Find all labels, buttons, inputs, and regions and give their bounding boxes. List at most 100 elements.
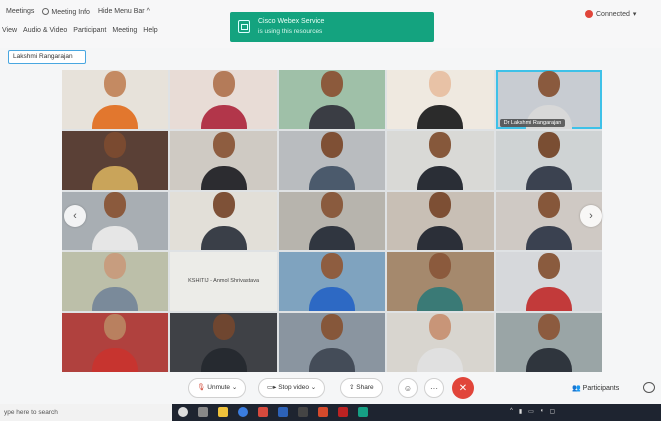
video-tile[interactable] bbox=[495, 313, 602, 372]
participant-video bbox=[308, 70, 355, 129]
video-tile[interactable] bbox=[278, 252, 386, 312]
video-grid: Dr Lakshmi Rangarajan KSHITIJ - Anmol Shr… bbox=[62, 70, 602, 372]
pdf-icon[interactable] bbox=[338, 407, 348, 417]
volume-icon[interactable]: ◖ bbox=[540, 408, 544, 415]
unmute-button[interactable]: 🎙 Unmute ⌄ bbox=[188, 378, 247, 398]
participant-video bbox=[525, 192, 572, 251]
webex-service-banner[interactable]: Cisco Webex Service is using this resour… bbox=[230, 12, 434, 42]
app-icon-red[interactable] bbox=[258, 407, 268, 417]
menu-help[interactable]: Help bbox=[143, 27, 157, 34]
participant-video bbox=[417, 253, 464, 312]
participant-video bbox=[417, 313, 464, 372]
video-tile[interactable] bbox=[387, 313, 494, 372]
notification-icon[interactable]: ▢ bbox=[549, 408, 555, 415]
word-icon[interactable] bbox=[278, 407, 288, 417]
video-tile[interactable] bbox=[387, 252, 494, 312]
share-button[interactable]: ⇪ Share bbox=[340, 378, 383, 398]
banner-title: Cisco Webex Service bbox=[258, 18, 325, 25]
video-tile[interactable] bbox=[62, 130, 169, 190]
participant-video bbox=[417, 192, 464, 251]
video-tile[interactable] bbox=[387, 191, 494, 251]
participant-name-label: Dr Lakshmi Rangarajan bbox=[499, 118, 566, 127]
connection-status[interactable]: Connected ▾ bbox=[585, 10, 636, 18]
system-tray: ^ ▮ ▭ ◖ ▢ bbox=[510, 408, 555, 415]
chat-icon[interactable] bbox=[643, 382, 655, 393]
participant-video bbox=[417, 131, 464, 190]
participant-video bbox=[92, 253, 139, 312]
video-tile[interactable] bbox=[62, 252, 169, 312]
participant-video bbox=[308, 131, 355, 190]
participant-video bbox=[92, 313, 139, 372]
video-tile[interactable] bbox=[495, 252, 602, 312]
status-dot-icon bbox=[585, 10, 593, 18]
close-icon: ✕ bbox=[458, 382, 468, 394]
menu-participant[interactable]: Participant bbox=[73, 27, 106, 34]
app-icon-dark[interactable] bbox=[298, 407, 308, 417]
video-tile[interactable] bbox=[278, 313, 386, 372]
network-icon[interactable]: ▮ bbox=[519, 408, 522, 415]
participant-video bbox=[92, 131, 139, 190]
video-tile[interactable] bbox=[62, 70, 169, 129]
connection-label: Connected bbox=[596, 10, 630, 18]
video-tile[interactable] bbox=[278, 191, 386, 251]
chevron-up-icon[interactable]: ^ bbox=[510, 408, 513, 415]
participant-video bbox=[200, 313, 247, 372]
participant-video bbox=[417, 70, 464, 129]
windows-taskbar: ype here to search ^ ▮ ▭ ◖ ▢ bbox=[0, 404, 661, 421]
battery-icon[interactable]: ▭ bbox=[528, 408, 534, 415]
more-options-button[interactable]: ··· bbox=[424, 378, 444, 398]
video-tile[interactable] bbox=[170, 70, 277, 129]
video-tile[interactable] bbox=[495, 130, 602, 190]
reactions-button[interactable]: ☺ bbox=[398, 378, 418, 398]
participant-video bbox=[92, 70, 139, 129]
chevron-down-icon: ⌄ bbox=[231, 384, 238, 391]
menu-view[interactable]: View bbox=[2, 27, 17, 34]
video-tile[interactable] bbox=[278, 70, 386, 129]
end-call-button[interactable]: ✕ bbox=[452, 377, 474, 399]
participant-video bbox=[308, 313, 355, 372]
video-tile[interactable] bbox=[278, 130, 386, 190]
more-icon: ··· bbox=[430, 383, 438, 393]
window-menu: Meetings Meeting Info Hide Menu Bar ^ bbox=[6, 8, 150, 16]
video-tile[interactable] bbox=[62, 313, 169, 372]
video-tile[interactable]: KSHITIJ - Anmol Shrivastava bbox=[170, 252, 277, 312]
title-bar: Meetings Meeting Info Hide Menu Bar ^ Vi… bbox=[0, 0, 661, 48]
video-tile[interactable] bbox=[170, 191, 277, 251]
video-tile[interactable] bbox=[387, 70, 494, 129]
menu-meetings[interactable]: Meetings bbox=[6, 8, 34, 16]
stop-video-button[interactable]: ▭▸ Stop video ⌄ bbox=[258, 378, 326, 398]
video-tile[interactable] bbox=[170, 313, 277, 372]
video-tile[interactable] bbox=[387, 130, 494, 190]
video-tile[interactable] bbox=[170, 130, 277, 190]
app-icon-orange[interactable] bbox=[318, 407, 328, 417]
webex-taskbar-icon[interactable] bbox=[358, 407, 368, 417]
info-icon bbox=[42, 8, 50, 15]
cortana-icon[interactable] bbox=[178, 407, 188, 417]
meeting-controls: 🎙 Unmute ⌄ ▭▸ Stop video ⌄ ⇪ Share ☺ ··· … bbox=[0, 372, 661, 404]
menu-meeting[interactable]: Meeting bbox=[112, 27, 137, 34]
participant-video bbox=[525, 253, 572, 312]
next-page-button[interactable]: › bbox=[580, 205, 602, 227]
chrome-icon[interactable] bbox=[238, 407, 248, 417]
participant-video bbox=[525, 131, 572, 190]
taskbar-search[interactable]: ype here to search bbox=[0, 404, 172, 421]
banner-subtitle: is using this resources bbox=[258, 28, 323, 35]
chevron-down-icon: ⌄ bbox=[310, 384, 317, 391]
video-tile[interactable]: Dr Lakshmi Rangarajan bbox=[495, 70, 602, 129]
menu-meeting-info[interactable]: Meeting Info bbox=[42, 8, 90, 16]
participants-button[interactable]: 👥 Participants bbox=[572, 384, 619, 392]
participant-video bbox=[200, 192, 247, 251]
menu-audio-video[interactable]: Audio & Video bbox=[23, 27, 67, 34]
mic-off-icon: 🎙 bbox=[197, 384, 206, 391]
taskbar-apps bbox=[178, 407, 368, 417]
participant-name-label: KSHITIJ - Anmol Shrivastava bbox=[188, 278, 260, 285]
active-speaker-name: Lakshmi Rangarajan bbox=[8, 50, 86, 64]
participant-video bbox=[92, 192, 139, 251]
chevron-left-icon: ‹ bbox=[73, 210, 77, 222]
task-view-icon[interactable] bbox=[198, 407, 208, 417]
menu-bar: View Audio & Video Participant Meeting H… bbox=[2, 27, 158, 34]
file-explorer-icon[interactable] bbox=[218, 407, 228, 417]
prev-page-button[interactable]: ‹ bbox=[64, 205, 86, 227]
people-icon: 👥 bbox=[572, 385, 581, 392]
menu-hide-menu-bar[interactable]: Hide Menu Bar ^ bbox=[98, 8, 150, 16]
